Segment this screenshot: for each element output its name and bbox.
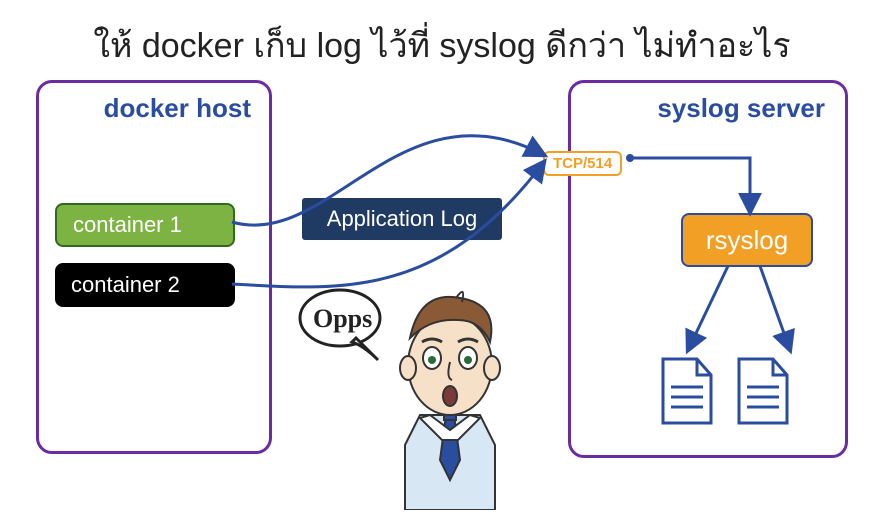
container-2-label: container 2 [71, 272, 180, 298]
surprised-man-illustration [370, 270, 530, 510]
log-file-icon [735, 357, 791, 427]
port-chip: TCP/514 [543, 151, 622, 176]
application-log-label: Application Log [302, 198, 502, 240]
diagram-title: ให้ docker เก็บ log ไว้ที่ syslog ดีกว่า… [0, 18, 884, 72]
container-1-label: container 1 [73, 212, 182, 238]
rsyslog-node: rsyslog [681, 213, 813, 267]
log-file-icon [659, 357, 715, 427]
application-log-text: Application Log [327, 206, 477, 232]
rsyslog-label: rsyslog [706, 225, 788, 256]
docker-host-label: docker host [104, 93, 251, 124]
container-1: container 1 [55, 203, 235, 247]
speech-text: Opps [313, 304, 372, 334]
docker-host-box: docker host container 1 container 2 [36, 80, 272, 454]
syslog-server-label: syslog server [657, 93, 825, 124]
container-2: container 2 [55, 263, 235, 307]
syslog-server-box: syslog server TCP/514 rsyslog [568, 80, 848, 458]
